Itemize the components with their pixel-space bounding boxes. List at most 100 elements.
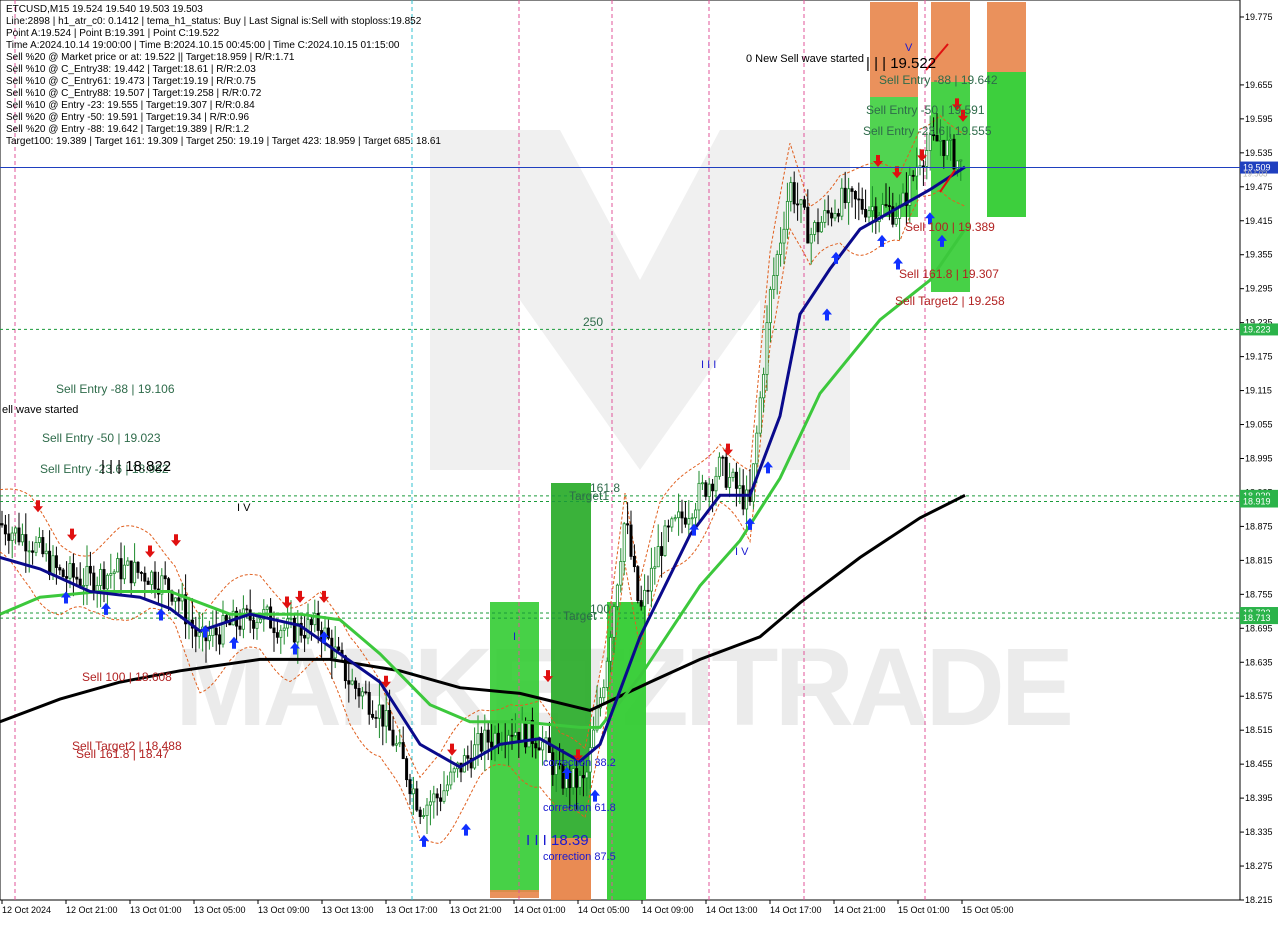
price-tick-label: 18.395	[1245, 793, 1273, 803]
candle-body	[347, 680, 351, 685]
price-tick-label: 19.415	[1245, 216, 1273, 226]
candle-body	[272, 627, 276, 634]
candle-body	[398, 742, 402, 745]
candle-body	[683, 517, 687, 525]
price-tick-label: 19.775	[1245, 12, 1273, 22]
candle-body	[34, 542, 38, 553]
candle-body	[870, 206, 874, 212]
candle-body	[721, 456, 725, 459]
candle-body	[833, 213, 837, 219]
candle-body	[952, 138, 956, 170]
candle-body	[490, 741, 494, 748]
candle-body	[360, 691, 364, 697]
candle-body	[728, 477, 732, 488]
candle-body	[717, 456, 721, 477]
candle-body	[357, 688, 361, 697]
candle-body	[636, 566, 640, 601]
candle-body	[75, 576, 79, 580]
candle-body	[119, 558, 123, 580]
candle-body	[673, 517, 677, 520]
candle-body	[915, 166, 919, 177]
candle-body	[894, 217, 898, 225]
time-tick-label: 14 Oct 17:00	[770, 905, 822, 915]
level-badge-label: 19.223	[1243, 324, 1271, 334]
time-tick-label: 13 Oct 05:00	[194, 905, 246, 915]
candle-body	[245, 608, 249, 611]
candle-body	[629, 524, 633, 557]
ann-sell-entry-50-left: Sell Entry -50 | 19.023	[42, 431, 161, 445]
time-tick-label: 14 Oct 13:00	[706, 905, 758, 915]
candle-body	[626, 523, 630, 526]
candle-body	[258, 618, 262, 623]
ann-wave-iv-left: I V	[237, 502, 251, 514]
candle-body	[364, 691, 368, 694]
candle-body	[122, 564, 126, 580]
candle-body	[449, 771, 453, 786]
candle-body	[476, 733, 480, 746]
candle-body	[408, 779, 412, 795]
candle-body	[65, 576, 69, 579]
candle-body	[765, 322, 769, 375]
candle-body	[615, 584, 619, 607]
candle-body	[867, 210, 871, 218]
candle-body	[887, 205, 891, 208]
candle-body	[371, 713, 375, 718]
level-badge-label: 18.919	[1243, 497, 1271, 507]
info-line-5: Sell %10 @ C_Entry38: 19.442 | Target:18…	[6, 64, 256, 75]
candle-body	[289, 617, 293, 620]
candle-body	[700, 482, 704, 485]
candle-body	[428, 801, 432, 806]
candle-body	[167, 578, 171, 592]
candle-body	[860, 199, 864, 210]
price-tick-label: 18.335	[1245, 827, 1273, 837]
ann-target1-num: 161.8	[590, 481, 620, 495]
candle-body	[92, 572, 96, 593]
candle-body	[806, 206, 810, 244]
candle-body	[632, 555, 636, 568]
candle-body	[850, 188, 854, 192]
candle-body	[309, 619, 313, 626]
time-tick-label: 12 Oct 2024	[2, 905, 51, 915]
candle-body	[292, 617, 296, 643]
candle-body	[68, 563, 72, 579]
candle-body	[391, 729, 395, 746]
time-tick-label: 13 Oct 09:00	[258, 905, 310, 915]
candle-body	[843, 187, 847, 204]
candle-body	[731, 471, 735, 478]
ann-target-100-num: 100	[590, 602, 610, 616]
candle-body	[802, 199, 806, 208]
candle-body	[513, 731, 517, 736]
time-tick-label: 14 Oct 05:00	[578, 905, 630, 915]
candle-body	[129, 560, 133, 584]
candle-body	[51, 555, 55, 576]
candle-body	[394, 743, 398, 746]
candle-body	[24, 534, 28, 552]
time-tick-label: 14 Oct 21:00	[834, 905, 886, 915]
candle-body	[275, 632, 279, 638]
candle-body	[367, 692, 371, 715]
ann-wave-1839: I I I 18.39	[526, 832, 589, 849]
candle-body	[238, 625, 242, 630]
price-tick-label: 19.475	[1245, 182, 1273, 192]
candle-body	[88, 565, 92, 574]
candle-body	[575, 768, 579, 788]
candle-body	[306, 619, 310, 639]
candle-body	[14, 527, 18, 534]
time-tick-label: 14 Oct 01:00	[514, 905, 566, 915]
candle-body	[782, 228, 786, 244]
candle-body	[517, 731, 521, 742]
candle-body	[99, 569, 103, 586]
candle-body	[714, 475, 718, 492]
candle-body	[656, 546, 660, 568]
candle-body	[255, 621, 259, 629]
ann-sell-100-left: Sell 100 | 18.608	[82, 670, 172, 684]
candle-body	[483, 729, 487, 752]
price-tick-label: 18.695	[1245, 623, 1273, 633]
info-line-8: Sell %10 @ Entry -23: 19.555 | Target:19…	[6, 100, 255, 111]
candle-body	[510, 734, 514, 737]
candle-body	[840, 187, 844, 217]
candle-body	[663, 525, 667, 556]
candle-body	[381, 704, 385, 727]
info-line-9: Sell %20 @ Entry -50: 19.591 | Target:19…	[6, 112, 250, 123]
candle-body	[44, 550, 48, 555]
